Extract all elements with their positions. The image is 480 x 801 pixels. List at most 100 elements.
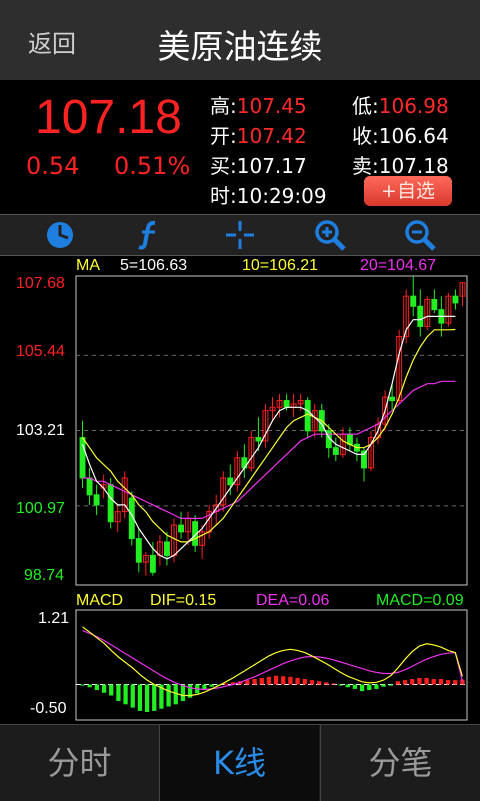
macd-bar [101, 684, 107, 693]
open-field: 开:107.42 [210, 120, 307, 149]
ma5-line [81, 315, 456, 560]
macd-bar [367, 684, 372, 691]
macd-bar [288, 676, 293, 685]
macd-bar [144, 684, 150, 712]
macd-bar [137, 684, 143, 711]
clock-icon[interactable] [43, 218, 77, 252]
candle-body [227, 477, 234, 486]
macd-bar [130, 684, 135, 708]
macd-bar [381, 684, 386, 687]
macd-bar [209, 684, 214, 687]
page-title: 美原油连续 [157, 27, 323, 66]
time-value: 10:29:09 [236, 184, 327, 208]
close-field: 收:106.64 [352, 120, 449, 149]
tab-kline[interactable]: K线 [160, 725, 319, 801]
quote-panel: 107.18 0.54 0.51% 高:107.45 低:106.98 开:10… [0, 80, 480, 214]
low-label: 低: [352, 94, 379, 118]
zoom-in-icon[interactable] [313, 218, 347, 252]
chart-toolbar [0, 214, 480, 256]
ask-label: 卖: [352, 154, 379, 178]
macd-bar [180, 684, 186, 702]
macd-bar [345, 684, 350, 688]
bid-value: 107.17 [236, 154, 307, 178]
macd-bar [123, 684, 128, 705]
macd-bar [80, 684, 85, 686]
candle-body [410, 295, 417, 307]
bid-label: 买: [210, 154, 237, 178]
candle-body [93, 494, 100, 506]
candle-body [163, 541, 170, 556]
zoom-out-icon[interactable] [403, 218, 437, 252]
last-price: 107.18 [35, 91, 182, 144]
macd-bar [417, 677, 422, 685]
kline-chart-area[interactable]: MA 5=106.63 10=106.21 20=104.67 107.68 1… [0, 254, 480, 724]
function-icon[interactable] [133, 218, 167, 252]
candle-body [283, 400, 290, 408]
macd-bar [166, 684, 171, 707]
macd-bar [116, 684, 121, 702]
low-field: 低:106.98 [352, 90, 449, 119]
candle-body [346, 433, 353, 445]
macd-bar [87, 684, 92, 688]
macd-bar [316, 681, 322, 685]
macd-bar [302, 679, 307, 685]
candle-body [86, 477, 93, 496]
price-change: 0.54 [26, 152, 80, 180]
macd-bar [152, 684, 157, 711]
ask-field: 卖:107.18 [352, 150, 449, 179]
candle-body [417, 305, 424, 327]
macd-bar [438, 679, 444, 685]
price-change-percent: 0.51% [114, 152, 191, 180]
high-value: 107.45 [236, 94, 307, 118]
macd-bar [223, 683, 229, 685]
macd-bar [453, 680, 458, 685]
crosshair-icon[interactable] [223, 218, 257, 252]
macd-bar [395, 681, 401, 685]
macd-bar [338, 684, 343, 686]
candle-body [178, 524, 184, 533]
macd-bar [359, 684, 365, 692]
macd-bar [388, 684, 393, 686]
tab-ticks[interactable]: 分笔 [321, 725, 480, 801]
candle-body [304, 400, 311, 432]
macd-bar [324, 682, 329, 685]
macd-bar [445, 680, 451, 685]
macd-bar [94, 684, 100, 691]
macd-bar [266, 676, 272, 685]
macd-bar [431, 679, 436, 685]
tab-timeshare[interactable]: 分时 [0, 725, 159, 801]
bottom-tab-bar: 分时 K线 分笔 [0, 724, 480, 801]
close-value: 106.64 [378, 124, 449, 148]
candle-body [149, 554, 156, 573]
kline-plot [75, 275, 468, 721]
macd-bar [410, 679, 415, 685]
macd-bar [109, 684, 114, 696]
candle-body [332, 447, 339, 455]
macd-bar [259, 677, 264, 685]
macd-bar [352, 684, 358, 689]
add-to-watchlist-button[interactable]: +自选 [364, 176, 452, 206]
candle-body [389, 396, 396, 402]
candle-body [255, 437, 262, 442]
title-bar: 返回 美原油连续 [0, 0, 480, 81]
macd-bar [281, 676, 286, 685]
macd-bar [295, 677, 300, 685]
candle-body [107, 484, 114, 523]
open-label: 开: [210, 124, 237, 148]
candle-body [452, 295, 459, 304]
time-label: 时: [210, 184, 237, 208]
macd-bar [402, 680, 408, 685]
open-value: 107.42 [236, 124, 307, 148]
ask-value: 107.18 [378, 154, 449, 178]
high-field: 高:107.45 [210, 90, 307, 119]
candle-body [431, 299, 438, 311]
candle-body [79, 437, 86, 479]
bid-field: 买:107.17 [210, 150, 307, 179]
macd-bar [374, 684, 379, 689]
macd-bar [309, 680, 315, 685]
macd-bar [424, 677, 429, 685]
high-label: 高: [210, 94, 237, 118]
macd-bar [331, 683, 336, 685]
candle-body [135, 538, 142, 563]
close-label: 收: [352, 124, 379, 148]
